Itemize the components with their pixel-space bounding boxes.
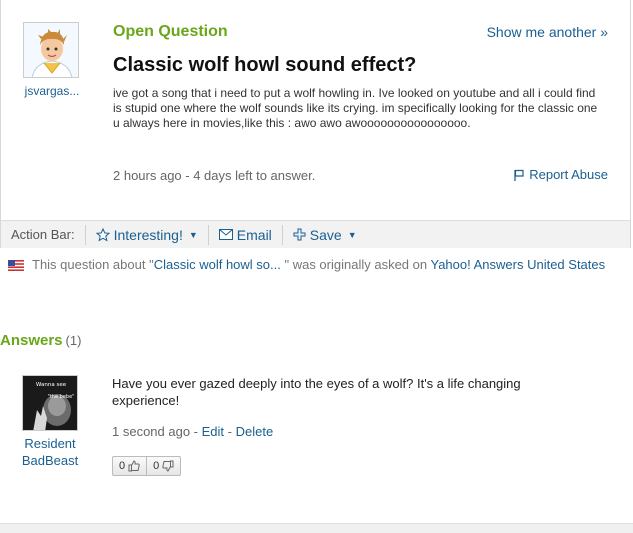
- save-button[interactable]: Save ▼: [283, 225, 367, 245]
- asker-name-link[interactable]: jsvargas...: [13, 84, 91, 98]
- chevron-down-icon: ▼: [188, 229, 198, 240]
- asker-avatar[interactable]: [23, 22, 79, 78]
- question-title: Classic wolf howl sound effect?: [113, 54, 417, 76]
- answers-heading-label: Answers: [0, 332, 63, 349]
- interesting-label: Interesting!: [113, 226, 183, 243]
- question-content: jsvargas... Open Question Show me anothe…: [1, 0, 630, 220]
- delete-link[interactable]: Delete: [236, 424, 274, 439]
- answers-count: (1): [65, 333, 82, 348]
- action-bar: Action Bar: Interesting! ▼ Email Save ▼: [1, 220, 630, 248]
- answer-time: 1 second ago -: [112, 424, 202, 439]
- flag-icon: [514, 169, 524, 181]
- question-body: ive got a song that i need to put a wolf…: [113, 86, 598, 130]
- save-label: Save: [309, 226, 342, 243]
- question-meta: 2 hours ago - 4 days left to answer.: [113, 168, 316, 183]
- thumbs-up-button[interactable]: 0: [113, 457, 146, 475]
- notice-question-link[interactable]: Classic wolf howl so...: [154, 257, 281, 272]
- notice-site-link[interactable]: Yahoo! Answers United States: [430, 257, 605, 272]
- notice-prefix: This question about ": [32, 257, 154, 272]
- answerer-avatar-image: Wanna see "the bebe": [23, 376, 77, 430]
- vote-buttons: 0 0: [112, 456, 182, 476]
- thumbs-down-count: 0: [153, 460, 160, 472]
- chevron-down-icon: ▼: [347, 229, 357, 240]
- show-another-link[interactable]: Show me another »: [487, 24, 608, 40]
- email-label: Email: [236, 226, 272, 243]
- answerer-name-link[interactable]: Resident BadBeast: [10, 435, 90, 469]
- edit-link[interactable]: Edit: [202, 424, 224, 439]
- asker-avatar-image: [24, 23, 78, 77]
- answer-meta: 1 second ago - Edit - Delete: [112, 424, 273, 439]
- avatar-caption-top: Wanna see: [36, 382, 67, 388]
- plus-icon: [293, 228, 306, 241]
- thumbs-down-icon: [162, 460, 174, 472]
- thumbs-up-count: 0: [119, 460, 126, 472]
- interesting-button[interactable]: Interesting! ▼: [86, 224, 209, 245]
- answer-body: Have you ever gazed deeply into the eyes…: [112, 376, 521, 408]
- answerer-avatar[interactable]: Wanna see "the bebe": [22, 375, 78, 431]
- report-abuse-label: Report Abuse: [529, 167, 608, 182]
- question-panel: jsvargas... Open Question Show me anothe…: [0, 0, 631, 248]
- notice-middle: " was originally asked on: [280, 257, 431, 272]
- answer-meta-sep: -: [224, 424, 236, 439]
- origin-notice: This question about "Classic wolf howl s…: [8, 256, 623, 273]
- us-flag-icon: [8, 260, 24, 272]
- email-button[interactable]: Email: [209, 224, 283, 245]
- report-abuse-link[interactable]: Report Abuse: [513, 167, 608, 182]
- thumbs-up-icon: [128, 460, 140, 472]
- envelope-icon: [218, 229, 233, 240]
- question-status: Open Question: [113, 23, 228, 40]
- footer-divider: [0, 523, 633, 533]
- star-icon: [95, 227, 110, 242]
- answers-heading: Answers (1): [0, 332, 81, 349]
- action-bar-label: Action Bar:: [1, 224, 86, 245]
- avatar-caption-mid: "the bebe": [48, 394, 75, 400]
- thumbs-down-button[interactable]: 0: [146, 457, 180, 475]
